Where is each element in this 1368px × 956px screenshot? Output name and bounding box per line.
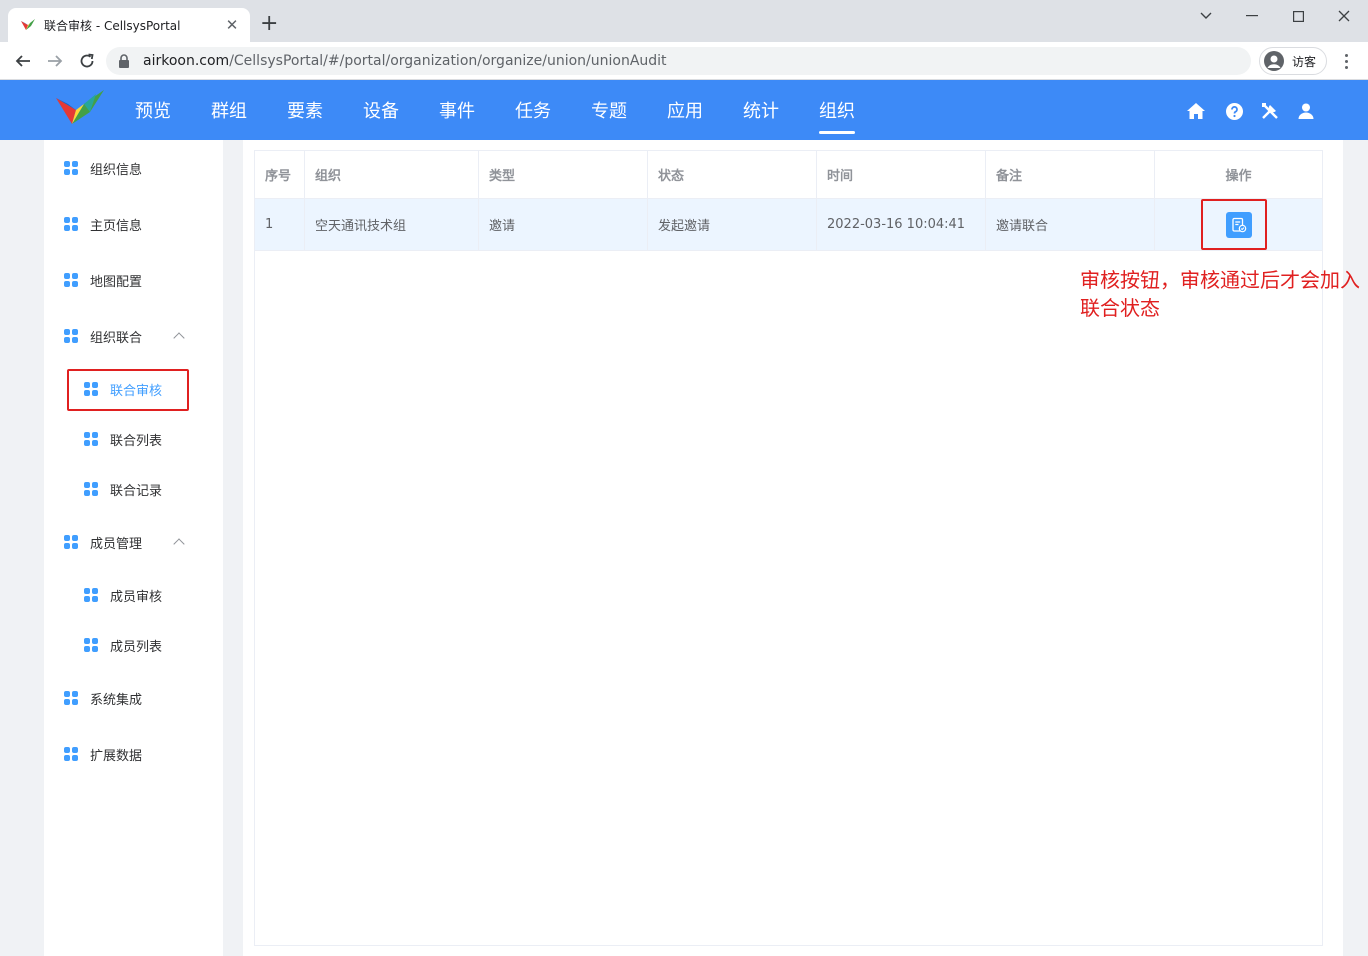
cell-type: 邀请: [479, 199, 648, 250]
table-row: 1 空天通讯技术组 邀请 发起邀请 2022-03-16 10:04:41 邀请…: [255, 199, 1322, 251]
app-header: 预览 群组 要素 设备 事件 任务 专题 应用 统计 组织: [0, 80, 1368, 140]
sidebar-item-org-union[interactable]: 组织联合: [64, 316, 223, 356]
sidebar-item-member-management[interactable]: 成员管理: [64, 522, 223, 562]
nav-item-events[interactable]: 事件: [419, 80, 495, 140]
sidebar-item-label: 地图配置: [90, 274, 143, 290]
profile-label: 访客: [1292, 54, 1317, 69]
sidebar-item-member-audit[interactable]: 成员审核: [84, 575, 162, 615]
sidebar-item-union-audit[interactable]: 联合审核: [84, 369, 162, 409]
cell-operation: [1155, 199, 1322, 250]
maximize-icon[interactable]: [1275, 4, 1321, 28]
sidebar-item-label: 成员列表: [110, 639, 163, 655]
column-header-operation: 操作: [1225, 169, 1252, 184]
sidebar-item-label: 联合记录: [110, 483, 163, 499]
nav-item-elements[interactable]: 要素: [267, 80, 343, 140]
grid-icon: [84, 482, 98, 496]
grid-icon: [84, 638, 98, 652]
sidebar-item-label: 联合审核: [110, 383, 163, 399]
browser-address-bar: airkoon.com/CellsysPortal/#/portal/organ…: [0, 42, 1368, 80]
grid-icon: [64, 691, 78, 705]
table-header: 序号 组织 类型 状态 时间 备注 操作: [255, 151, 1322, 199]
browser-tab-bar: 联合审核 - CellsysPortal ✕ +: [0, 0, 1368, 42]
sidebar-item-label: 扩展数据: [90, 748, 143, 764]
cell-time: 2022-03-16 10:04:41: [817, 199, 986, 250]
grid-icon: [64, 273, 78, 287]
tab-title: 联合审核 - CellsysPortal: [44, 18, 181, 33]
cellsys-logo-icon: [56, 90, 104, 124]
back-arrow-icon[interactable]: [12, 50, 34, 72]
cell-remark: 邀请联合: [986, 199, 1155, 250]
nav-item-statistics[interactable]: 统计: [723, 80, 799, 140]
grid-icon: [64, 161, 78, 175]
grid-icon: [64, 747, 78, 761]
sidebar-item-union-list[interactable]: 联合列表: [84, 419, 162, 459]
annotation-note: 审核按钮，审核通过后才会加入联合状态: [1080, 268, 1360, 320]
cell-index: 1: [255, 199, 305, 250]
sidebar-item-label: 组织信息: [90, 162, 143, 178]
chevron-up-icon: [173, 332, 185, 344]
chevron-down-icon[interactable]: [1183, 4, 1229, 28]
sidebar-item-homepage-info[interactable]: 主页信息: [64, 204, 142, 244]
avatar-icon: [1264, 51, 1284, 71]
close-window-icon[interactable]: [1321, 4, 1367, 28]
cellsys-favicon-icon: [21, 19, 35, 30]
column-header-time: 时间: [817, 151, 986, 198]
user-icon[interactable]: [1296, 101, 1316, 121]
sidebar-item-label: 主页信息: [90, 218, 143, 234]
new-tab-button[interactable]: +: [260, 13, 278, 35]
guest-profile-button[interactable]: 访客: [1259, 47, 1327, 75]
column-header-type: 类型: [479, 151, 648, 198]
column-header-index: 序号: [255, 151, 305, 198]
main-content: 序号 组织 类型 状态 时间 备注 操作 1 空天通讯技术组 邀请 发起邀请 2…: [243, 140, 1343, 956]
sidebar-item-extended-data[interactable]: 扩展数据: [64, 734, 142, 774]
tools-icon[interactable]: [1260, 101, 1280, 121]
audit-document-icon: [1231, 217, 1246, 232]
nav-item-topics[interactable]: 专题: [571, 80, 647, 140]
home-icon[interactable]: [1186, 101, 1206, 121]
more-menu-icon[interactable]: [1338, 51, 1354, 71]
nav-item-preview[interactable]: 预览: [115, 80, 191, 140]
sidebar-item-label: 系统集成: [90, 692, 143, 708]
column-header-org: 组织: [305, 151, 479, 198]
column-header-status: 状态: [648, 151, 817, 198]
cell-org: 空天通讯技术组: [305, 199, 479, 250]
grid-icon: [84, 588, 98, 602]
sidebar-item-label: 联合列表: [110, 433, 163, 449]
sidebar-item-system-integration[interactable]: 系统集成: [64, 678, 142, 718]
sidebar-item-union-records[interactable]: 联合记录: [84, 469, 162, 509]
main-nav: 预览 群组 要素 设备 事件 任务 专题 应用 统计 组织: [115, 80, 875, 140]
forward-arrow-icon[interactable]: [44, 50, 66, 72]
help-icon[interactable]: [1224, 101, 1244, 121]
grid-icon: [64, 329, 78, 343]
nav-item-apps[interactable]: 应用: [647, 80, 723, 140]
grid-icon: [84, 432, 98, 446]
audit-button[interactable]: [1225, 211, 1252, 238]
grid-icon: [84, 382, 98, 396]
nav-item-organization[interactable]: 组织: [799, 80, 875, 140]
url-path: /CellsysPortal/#/portal/organization/org…: [229, 53, 667, 69]
cell-status: 发起邀请: [648, 199, 817, 250]
sidebar: 组织信息 主页信息 地图配置 组织联合 联合审核 联合列表 联合记录 成员管理 …: [44, 140, 223, 956]
url-host: airkoon.com: [143, 53, 230, 69]
sidebar-item-label: 成员审核: [110, 589, 163, 605]
sidebar-item-org-info[interactable]: 组织信息: [64, 148, 142, 188]
nav-item-tasks[interactable]: 任务: [495, 80, 571, 140]
sidebar-item-label: 组织联合: [90, 330, 143, 346]
browser-tab[interactable]: 联合审核 - CellsysPortal ✕: [8, 8, 250, 42]
close-tab-icon[interactable]: ✕: [224, 16, 240, 34]
url-input[interactable]: airkoon.com/CellsysPortal/#/portal/organ…: [106, 47, 1251, 75]
reload-icon[interactable]: [76, 50, 98, 72]
nav-item-devices[interactable]: 设备: [343, 80, 419, 140]
nav-item-groups[interactable]: 群组: [191, 80, 267, 140]
lock-icon: [119, 54, 129, 68]
chevron-up-icon: [173, 538, 185, 550]
sidebar-item-label: 成员管理: [90, 536, 143, 552]
minimize-icon[interactable]: [1229, 4, 1275, 28]
sidebar-item-member-list[interactable]: 成员列表: [84, 625, 162, 665]
grid-icon: [64, 535, 78, 549]
column-header-remark: 备注: [986, 151, 1155, 198]
grid-icon: [64, 217, 78, 231]
sidebar-item-map-config[interactable]: 地图配置: [64, 260, 142, 300]
